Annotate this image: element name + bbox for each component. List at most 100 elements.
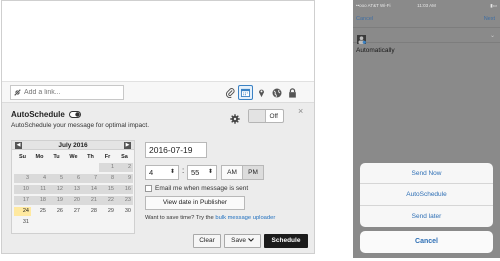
calendar-empty-cell bbox=[14, 163, 31, 172]
toggle-knob bbox=[249, 110, 266, 122]
autoschedule-button[interactable]: AutoSchedule bbox=[360, 184, 493, 206]
weekday-label: Tu bbox=[53, 154, 60, 160]
calendar-weekday-row: Su Mo Tu We Th Fr Sa bbox=[14, 154, 133, 160]
calendar-day: 14 bbox=[82, 185, 99, 194]
message-text[interactable]: Automatically bbox=[356, 47, 395, 54]
hour-stepper-icon: ⬍ bbox=[169, 169, 175, 175]
pm-button[interactable]: PM bbox=[242, 165, 264, 180]
calendar-empty-cell bbox=[48, 163, 65, 172]
message-textarea[interactable] bbox=[2, 1, 314, 81]
calendar-day: 16 bbox=[116, 185, 133, 194]
calendar-month-label: July 2016 bbox=[58, 142, 88, 149]
calendar-day: 10 bbox=[14, 185, 31, 194]
calendar-day: 9 bbox=[116, 174, 133, 183]
calendar-day: 13 bbox=[65, 185, 82, 194]
calendar-day[interactable]: 26 bbox=[48, 207, 65, 216]
weekday-label: Mo bbox=[35, 154, 44, 160]
calendar-day: 23 bbox=[116, 196, 133, 205]
nav-next-button[interactable]: Next bbox=[484, 16, 495, 22]
calendar-day-grid: 1 2 3 4 5 6 7 8 9 10 11 12 13 14 15 16 17 18 19 20 21 22 23 24 2… bbox=[14, 163, 133, 227]
minute-select[interactable]: 55 ⬍ bbox=[187, 165, 217, 180]
send-later-button[interactable]: Send later bbox=[360, 206, 493, 227]
close-icon[interactable]: × bbox=[298, 106, 303, 116]
autoschedule-title: AutoSchedule bbox=[11, 110, 65, 119]
gear-icon[interactable] bbox=[230, 111, 240, 129]
calendar-day[interactable]: 24 bbox=[14, 207, 31, 216]
globe-icon[interactable] bbox=[270, 86, 283, 99]
link-icon bbox=[14, 89, 21, 96]
message-composer: AutoSchedule AutoSchedule your message f… bbox=[1, 0, 315, 254]
calendar-day[interactable]: 28 bbox=[82, 207, 99, 216]
autoschedule-toggle[interactable]: Off bbox=[248, 109, 284, 123]
map-pin-icon[interactable] bbox=[255, 86, 268, 99]
autoschedule-panel: AutoSchedule AutoSchedule your message f… bbox=[2, 103, 314, 253]
email-notify-row[interactable]: Email me when message is sent bbox=[145, 185, 248, 192]
add-link-field[interactable] bbox=[10, 85, 124, 100]
schedule-button[interactable]: Schedule bbox=[264, 234, 308, 248]
hour-select[interactable]: 4 ⬍ bbox=[145, 165, 179, 180]
weekday-label: Fr bbox=[104, 154, 111, 160]
weekday-label: Sa bbox=[121, 154, 128, 160]
calendar-day: 11 bbox=[31, 185, 48, 194]
clear-button[interactable]: Clear bbox=[193, 234, 221, 248]
calendar-header: ◀ July 2016 ▶ bbox=[12, 141, 134, 150]
calendar-icon[interactable] bbox=[238, 85, 253, 100]
minute-value: 55 bbox=[191, 168, 200, 177]
calendar-day: 7 bbox=[82, 174, 99, 183]
email-notify-checkbox[interactable] bbox=[145, 185, 152, 192]
avatar bbox=[357, 31, 366, 44]
autoschedule-heading: AutoSchedule bbox=[11, 110, 82, 120]
calendar-day[interactable]: 30 bbox=[116, 207, 133, 216]
calendar-day: 19 bbox=[48, 196, 65, 205]
calendar-day: 1 bbox=[99, 163, 116, 172]
calendar-day: 4 bbox=[31, 174, 48, 183]
chevron-down-icon bbox=[247, 237, 254, 244]
composer-toolbar bbox=[2, 81, 314, 103]
navigation-bar: Cancel Next bbox=[353, 11, 500, 27]
calendar-day[interactable]: 29 bbox=[99, 207, 116, 216]
chevron-down-icon: ⌄ bbox=[489, 33, 495, 39]
next-month-button[interactable]: ▶ bbox=[124, 142, 131, 149]
mobile-screen: ••ooo AT&T Wi-Fi 11:03 AM ▮▭ Cancel Next… bbox=[353, 0, 500, 258]
am-button[interactable]: AM bbox=[221, 165, 243, 180]
autoschedule-toggle-icon bbox=[69, 111, 82, 120]
calendar-empty-cell bbox=[65, 163, 82, 172]
calendar-empty-cell bbox=[82, 218, 99, 227]
weekday-label: Th bbox=[87, 154, 94, 160]
calendar-day[interactable]: 31 bbox=[14, 218, 31, 227]
screenshot-root: AutoSchedule AutoSchedule your message f… bbox=[0, 0, 500, 261]
action-sheet-cancel-button[interactable]: Cancel bbox=[360, 231, 493, 253]
paperclip-icon[interactable] bbox=[224, 86, 237, 99]
time-separator: : bbox=[182, 166, 185, 175]
date-picker: ◀ July 2016 ▶ Su Mo Tu We Th Fr Sa 1 2 3 4 5 6 7 8 9 10… bbox=[11, 140, 135, 234]
profile-selector[interactable]: ⌄ bbox=[353, 27, 500, 44]
calendar-empty-cell bbox=[48, 218, 65, 227]
calendar-day: 12 bbox=[48, 185, 65, 194]
send-now-button[interactable]: Send Now bbox=[360, 163, 493, 185]
add-link-input[interactable] bbox=[24, 89, 114, 96]
calendar-day: 2 bbox=[116, 163, 133, 172]
save-button-label: Save bbox=[231, 237, 246, 244]
calendar-empty-cell bbox=[99, 218, 116, 227]
calendar-day: 15 bbox=[99, 185, 116, 194]
calendar-day: 20 bbox=[65, 196, 82, 205]
date-input[interactable]: 2016-07-19 bbox=[145, 142, 207, 158]
calendar-day: 3 bbox=[14, 174, 31, 183]
battery-icon: ▮▭ bbox=[490, 3, 497, 8]
weekday-label: Su bbox=[18, 154, 27, 160]
nav-cancel-button[interactable]: Cancel bbox=[356, 16, 373, 22]
calendar-day: 18 bbox=[31, 196, 48, 205]
status-bar: ••ooo AT&T Wi-Fi 11:03 AM ▮▭ bbox=[353, 0, 500, 11]
save-button[interactable]: Save bbox=[224, 234, 261, 248]
calendar-day[interactable]: 27 bbox=[65, 207, 82, 216]
calendar-day[interactable]: 25 bbox=[31, 207, 48, 216]
action-sheet: Send Now AutoSchedule Send later bbox=[360, 163, 493, 227]
calendar-day: 17 bbox=[14, 196, 31, 205]
bulk-uploader-link[interactable]: bulk message uploader bbox=[215, 215, 275, 221]
view-date-in-publisher-button[interactable]: View date in Publisher bbox=[145, 196, 245, 210]
calendar-day: 21 bbox=[82, 196, 99, 205]
lock-icon[interactable] bbox=[286, 86, 299, 99]
hour-value: 4 bbox=[149, 168, 154, 177]
calendar-day: 22 bbox=[99, 196, 116, 205]
autoschedule-description: AutoSchedule your message for optimal im… bbox=[11, 122, 150, 129]
